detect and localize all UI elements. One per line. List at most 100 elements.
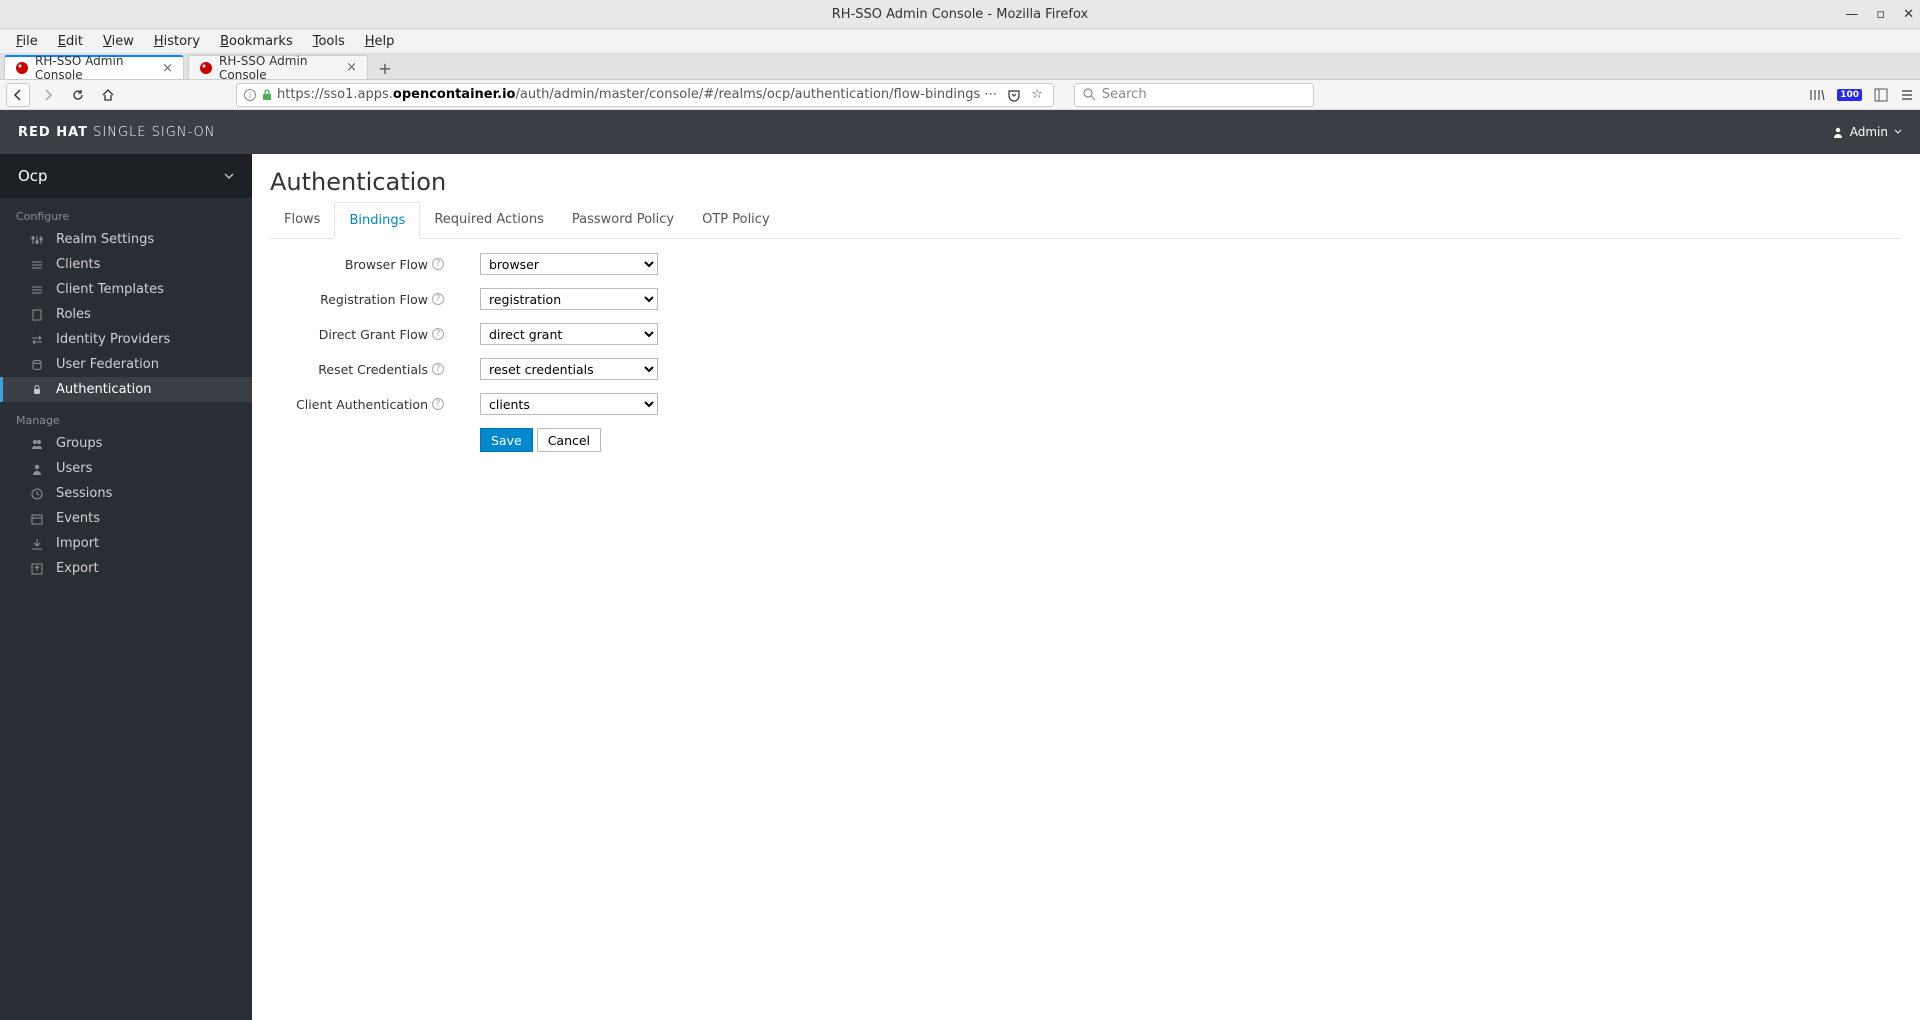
- menu-history[interactable]: History: [144, 31, 210, 52]
- favicon-icon: [15, 61, 29, 75]
- window-minimize-icon[interactable]: —: [1845, 7, 1858, 22]
- reload-button[interactable]: [66, 83, 90, 107]
- cancel-button[interactable]: Cancel: [537, 428, 601, 452]
- search-placeholder: Search: [1102, 87, 1147, 102]
- save-button[interactable]: Save: [480, 428, 533, 452]
- sidebar-item-label: Identity Providers: [56, 332, 170, 347]
- sidebar-item-label: Clients: [56, 257, 100, 272]
- forward-button[interactable]: [36, 83, 60, 107]
- svg-text:i: i: [249, 91, 251, 100]
- chevron-down-icon: [1894, 128, 1902, 136]
- sidebar-item-groups[interactable]: Groups: [0, 431, 252, 456]
- sidebar-item-user-federation[interactable]: User Federation: [0, 352, 252, 377]
- realm-name: Ocp: [18, 167, 48, 185]
- page-actions-icon[interactable]: ⋯: [984, 87, 997, 102]
- help-icon[interactable]: ?: [432, 293, 444, 305]
- browser-menubar: File Edit View History Bookmarks Tools H…: [0, 29, 1920, 54]
- bookmark-icon[interactable]: ☆: [1031, 87, 1043, 102]
- realm-selector[interactable]: Ocp: [0, 154, 252, 198]
- direct-grant-flow-select[interactable]: direct grant: [480, 323, 658, 345]
- tab-flows[interactable]: Flows: [270, 202, 334, 238]
- hamburger-icon[interactable]: [1900, 88, 1914, 102]
- search-bar[interactable]: Search: [1074, 83, 1314, 107]
- window-title: RH-SSO Admin Console - Mozilla Firefox: [832, 7, 1088, 22]
- sidebar-item-label: Roles: [56, 307, 91, 322]
- info-icon[interactable]: i: [243, 88, 257, 102]
- sidebar-item-sessions[interactable]: Sessions: [0, 481, 252, 506]
- list-icon: [30, 284, 44, 296]
- page-title: Authentication: [270, 168, 1902, 196]
- lock-icon[interactable]: [261, 88, 273, 102]
- list-icon: [30, 259, 44, 271]
- help-icon[interactable]: ?: [432, 363, 444, 375]
- sidebar-item-authentication[interactable]: Authentication: [0, 377, 252, 402]
- sidebar-item-label: Client Templates: [56, 282, 164, 297]
- user-name: Admin: [1850, 125, 1888, 139]
- browser-flow-select[interactable]: browser: [480, 253, 658, 275]
- sidebar-toggle-icon[interactable]: [1874, 88, 1888, 102]
- browser-navbar: i https://sso1.apps.opencontainer.io/aut…: [0, 80, 1920, 110]
- help-icon[interactable]: ?: [432, 398, 444, 410]
- sidebar-item-import[interactable]: Import: [0, 531, 252, 556]
- sidebar-item-roles[interactable]: Roles: [0, 302, 252, 327]
- sidebar: Ocp Configure Realm Settings Clients Cli…: [0, 154, 252, 1020]
- browser-tab-0[interactable]: RH-SSO Admin Console ×: [4, 55, 184, 79]
- section-manage: Manage: [0, 402, 252, 431]
- window-titlebar: RH-SSO Admin Console - Mozilla Firefox —…: [0, 0, 1920, 29]
- browser-tab-1[interactable]: RH-SSO Admin Console ×: [188, 55, 368, 79]
- home-button[interactable]: [96, 83, 120, 107]
- chevron-down-icon: [224, 171, 234, 181]
- pocket-icon[interactable]: [1007, 88, 1021, 102]
- sidebar-item-realm-settings[interactable]: Realm Settings: [0, 227, 252, 252]
- database-icon: [30, 359, 44, 371]
- menu-view[interactable]: View: [93, 31, 144, 52]
- sliders-icon: [30, 234, 44, 246]
- browser-tabstrip: RH-SSO Admin Console × RH-SSO Admin Cons…: [0, 54, 1920, 80]
- menu-help[interactable]: Help: [355, 31, 405, 52]
- window-maximize-icon[interactable]: ▫: [1876, 7, 1885, 22]
- user-icon: [30, 463, 44, 475]
- import-icon: [30, 538, 44, 550]
- menu-bookmarks[interactable]: Bookmarks: [210, 31, 303, 52]
- section-configure: Configure: [0, 198, 252, 227]
- reset-credentials-label: Reset Credentials: [318, 362, 428, 377]
- help-icon[interactable]: ?: [432, 258, 444, 270]
- clock-icon: [30, 488, 44, 500]
- url-bar[interactable]: i https://sso1.apps.opencontainer.io/aut…: [236, 83, 1054, 107]
- registration-flow-select[interactable]: registration: [480, 288, 658, 310]
- sidebar-item-identity-providers[interactable]: Identity Providers: [0, 327, 252, 352]
- tab-password-policy[interactable]: Password Policy: [558, 202, 688, 238]
- menu-edit[interactable]: Edit: [48, 31, 93, 52]
- sidebar-item-label: Authentication: [56, 382, 151, 397]
- sidebar-item-clients[interactable]: Clients: [0, 252, 252, 277]
- sidebar-item-users[interactable]: Users: [0, 456, 252, 481]
- menu-file[interactable]: File: [6, 31, 48, 52]
- users-icon: [30, 438, 44, 450]
- window-close-icon[interactable]: ✕: [1903, 7, 1914, 22]
- user-menu[interactable]: Admin: [1832, 125, 1902, 139]
- sidebar-item-label: Realm Settings: [56, 232, 154, 247]
- library-icon[interactable]: [1809, 88, 1825, 102]
- menu-tools[interactable]: Tools: [303, 31, 355, 52]
- sidebar-item-client-templates[interactable]: Client Templates: [0, 277, 252, 302]
- tab-otp-policy[interactable]: OTP Policy: [688, 202, 784, 238]
- tab-bindings[interactable]: Bindings: [334, 202, 420, 239]
- brand-logo: RED HAT SINGLE SIGN-ON: [18, 125, 216, 140]
- back-button[interactable]: [6, 83, 30, 107]
- sidebar-item-export[interactable]: Export: [0, 556, 252, 581]
- zoom-badge[interactable]: 100: [1837, 89, 1862, 101]
- bindings-form: Browser Flow? browser Registration Flow?…: [270, 253, 1902, 452]
- reset-credentials-select[interactable]: reset credentials: [480, 358, 658, 380]
- tab-required-actions[interactable]: Required Actions: [420, 202, 557, 238]
- tab-close-icon[interactable]: ×: [346, 60, 357, 75]
- client-auth-select[interactable]: clients: [480, 393, 658, 415]
- new-tab-button[interactable]: +: [372, 57, 398, 79]
- tab-close-icon[interactable]: ×: [162, 61, 173, 76]
- file-icon: [30, 309, 44, 321]
- export-icon: [30, 563, 44, 575]
- help-icon[interactable]: ?: [432, 328, 444, 340]
- sidebar-item-events[interactable]: Events: [0, 506, 252, 531]
- sidebar-item-label: Groups: [56, 436, 102, 451]
- sidebar-item-label: Sessions: [56, 486, 112, 501]
- exchange-icon: [30, 334, 44, 346]
